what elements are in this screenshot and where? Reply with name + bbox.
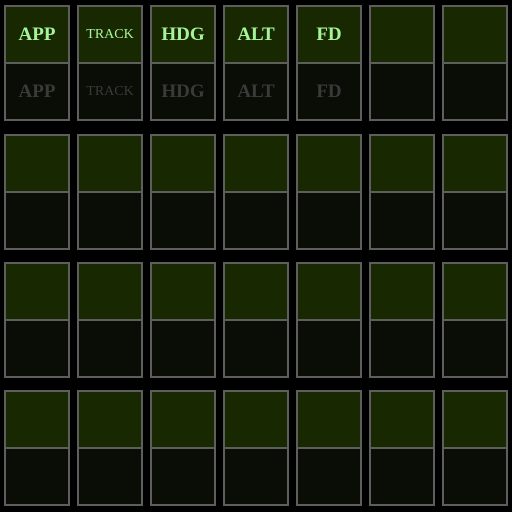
alt-button[interactable]: ALT (223, 5, 289, 63)
blank-button-dim-r3c6[interactable] (369, 320, 435, 378)
hdg-dim-label: HDG (161, 81, 205, 102)
blank-button-lit-r3c4[interactable] (223, 262, 289, 320)
blank-button-lit-r2c2[interactable] (77, 134, 143, 192)
blank-button-lit-r2c1[interactable] (4, 134, 70, 192)
blank-button-dim-r3c3[interactable] (150, 320, 216, 378)
blank-button-lit-r3c1[interactable] (4, 262, 70, 320)
blank-button-dim-r4c6[interactable] (369, 448, 435, 506)
alt-annunciator[interactable]: ALT (223, 63, 289, 121)
app-annunciator[interactable]: APP (4, 63, 70, 121)
blank-button-lit-r2c6[interactable] (369, 134, 435, 192)
app-lit-label: APP (18, 24, 56, 45)
blank-button-lit-r3c5[interactable] (296, 262, 362, 320)
blank-button-lit-r3c2[interactable] (77, 262, 143, 320)
blank-button-lit-r4c5[interactable] (296, 390, 362, 448)
track-button[interactable]: TRACK (77, 5, 143, 63)
blank-button-dim-r2c6[interactable] (369, 192, 435, 250)
blank-button-dim-r2c5[interactable] (296, 192, 362, 250)
blank-button-lit-r2c4[interactable] (223, 134, 289, 192)
blank-button-dim-r1c6[interactable] (369, 63, 435, 121)
blank-button-dim-r2c2[interactable] (77, 192, 143, 250)
blank-button-lit-r1c7[interactable] (442, 5, 508, 63)
blank-button-lit-r4c4[interactable] (223, 390, 289, 448)
fd-button[interactable]: FD (296, 5, 362, 63)
app-button[interactable]: APP (4, 5, 70, 63)
blank-button-dim-r3c5[interactable] (296, 320, 362, 378)
track-lit-label: TRACK (86, 26, 134, 42)
fd-annunciator[interactable]: FD (296, 63, 362, 121)
blank-button-dim-r2c7[interactable] (442, 192, 508, 250)
track-annunciator[interactable]: TRACK (77, 63, 143, 121)
app-dim-label: APP (18, 81, 56, 102)
blank-button-dim-r4c1[interactable] (4, 448, 70, 506)
blank-button-dim-r1c7[interactable] (442, 63, 508, 121)
blank-button-lit-r2c3[interactable] (150, 134, 216, 192)
blank-button-dim-r3c2[interactable] (77, 320, 143, 378)
hdg-annunciator[interactable]: HDG (150, 63, 216, 121)
blank-button-lit-r4c6[interactable] (369, 390, 435, 448)
blank-button-dim-r2c4[interactable] (223, 192, 289, 250)
blank-button-lit-r3c6[interactable] (369, 262, 435, 320)
fd-dim-label: FD (316, 81, 342, 102)
fd-lit-label: FD (316, 24, 342, 45)
blank-button-lit-r3c3[interactable] (150, 262, 216, 320)
track-dim-label: TRACK (86, 83, 134, 99)
annunciator-panel: APP APP TRACK TRACK HDG HDG ALT ALT FD FD (0, 0, 512, 512)
alt-lit-label: ALT (237, 24, 275, 45)
blank-button-dim-r3c7[interactable] (442, 320, 508, 378)
alt-dim-label: ALT (237, 81, 275, 102)
blank-button-lit-r2c7[interactable] (442, 134, 508, 192)
blank-button-lit-r3c7[interactable] (442, 262, 508, 320)
blank-button-lit-r4c7[interactable] (442, 390, 508, 448)
blank-button-lit-r4c1[interactable] (4, 390, 70, 448)
blank-button-lit-r1c6[interactable] (369, 5, 435, 63)
hdg-button[interactable]: HDG (150, 5, 216, 63)
hdg-lit-label: HDG (161, 24, 205, 45)
blank-button-dim-r2c1[interactable] (4, 192, 70, 250)
blank-button-dim-r3c4[interactable] (223, 320, 289, 378)
blank-button-dim-r4c7[interactable] (442, 448, 508, 506)
blank-button-lit-r2c5[interactable] (296, 134, 362, 192)
blank-button-lit-r4c3[interactable] (150, 390, 216, 448)
blank-button-dim-r4c3[interactable] (150, 448, 216, 506)
blank-button-dim-r2c3[interactable] (150, 192, 216, 250)
blank-button-lit-r4c2[interactable] (77, 390, 143, 448)
blank-button-dim-r4c2[interactable] (77, 448, 143, 506)
blank-button-dim-r3c1[interactable] (4, 320, 70, 378)
blank-button-dim-r4c5[interactable] (296, 448, 362, 506)
blank-button-dim-r4c4[interactable] (223, 448, 289, 506)
